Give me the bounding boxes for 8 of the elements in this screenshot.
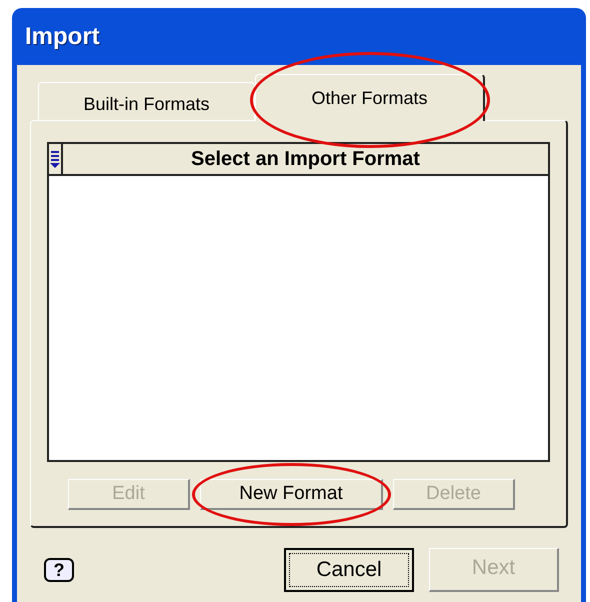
tab[interactable]: Built-in Formats (38, 82, 255, 120)
format-list[interactable]: Select an Import Format (47, 142, 550, 462)
column-menu-icon[interactable] (49, 144, 63, 174)
tab[interactable]: Other Formats (255, 74, 485, 121)
list-action-button[interactable]: New Format (200, 479, 383, 510)
help-button[interactable]: ? (44, 558, 74, 582)
window-title: Import (25, 22, 100, 52)
dialog-button[interactable]: Cancel (284, 548, 414, 592)
